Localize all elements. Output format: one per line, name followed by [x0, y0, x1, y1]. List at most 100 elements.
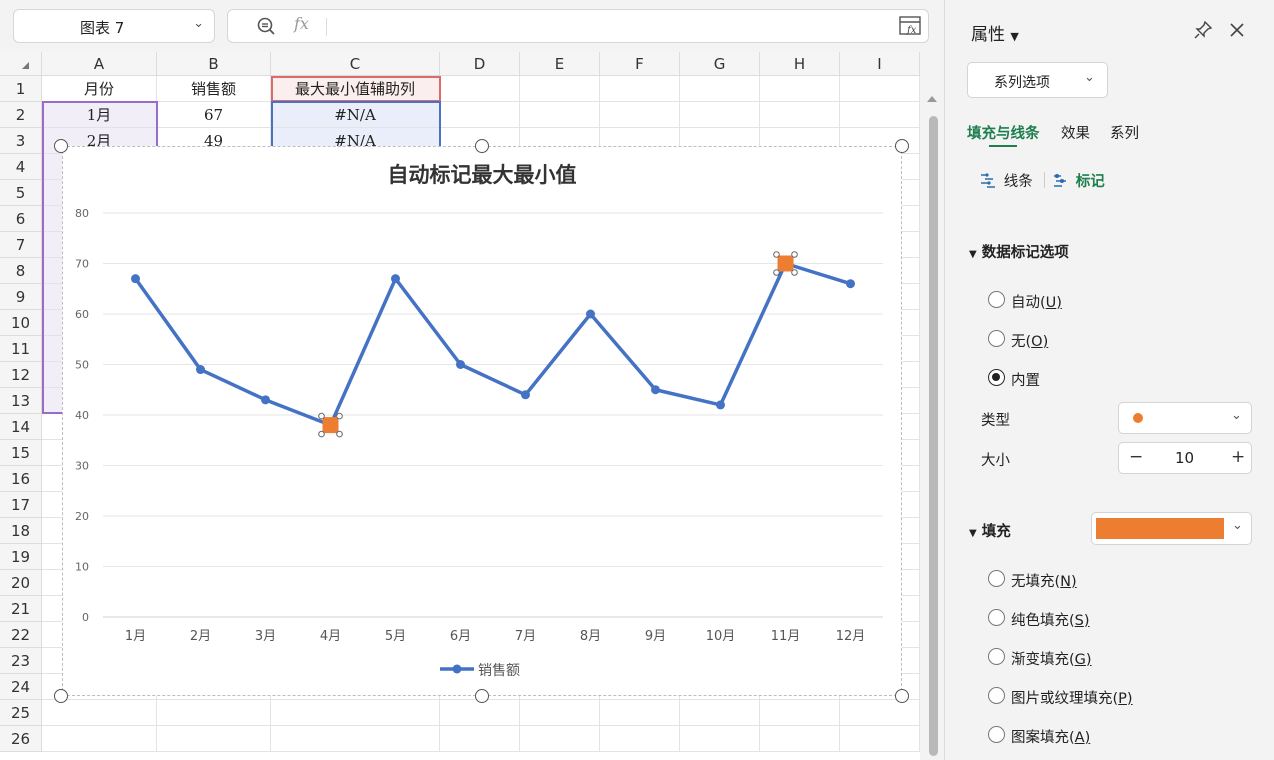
cell-b26[interactable]	[157, 726, 271, 752]
subtab-marker[interactable]: 标记	[1051, 170, 1105, 191]
plus-icon[interactable]: +	[1231, 447, 1245, 467]
cell-i2[interactable]	[840, 102, 920, 128]
max-value-marker[interactable]	[777, 255, 794, 272]
data-point[interactable]	[521, 390, 530, 400]
legend[interactable]: 销售额	[440, 663, 520, 679]
fill-color-picker[interactable]: ⌄	[1091, 512, 1252, 545]
radio-marker-none[interactable]	[988, 330, 1005, 347]
data-point[interactable]	[846, 279, 855, 289]
formula-input[interactable]: fx fx	[227, 9, 929, 43]
cell-a26[interactable]	[42, 726, 157, 752]
cell-i25[interactable]	[840, 700, 920, 726]
cell-h1[interactable]	[760, 76, 840, 102]
row-header[interactable]: 17	[0, 492, 42, 518]
fx-icon[interactable]: fx	[294, 14, 309, 33]
subtab-line[interactable]: 线条	[979, 170, 1033, 191]
cell-d26[interactable]	[440, 726, 520, 752]
row-header[interactable]: 24	[0, 674, 42, 700]
column-header[interactable]: H	[760, 52, 840, 76]
row-header[interactable]: 16	[0, 466, 42, 492]
cell-e25[interactable]	[520, 700, 600, 726]
row-header[interactable]: 20	[0, 570, 42, 596]
row-header[interactable]: 10	[0, 310, 42, 336]
cell-f1[interactable]	[600, 76, 680, 102]
cell-d2[interactable]	[440, 102, 520, 128]
cell-i26[interactable]	[840, 726, 920, 752]
data-point[interactable]	[456, 360, 465, 369]
row-header[interactable]: 21	[0, 596, 42, 622]
resize-handle-bottom-right[interactable]	[895, 689, 909, 703]
marker-selection-handle[interactable]	[773, 269, 780, 276]
cell-h26[interactable]	[760, 726, 840, 752]
cell-a25[interactable]	[42, 700, 157, 726]
row-header[interactable]: 23	[0, 648, 42, 674]
series-line[interactable]	[134, 261, 852, 427]
row-header[interactable]: 5	[0, 180, 42, 206]
cell-a2[interactable]: 1月	[42, 102, 157, 128]
row-header[interactable]: 13	[0, 388, 42, 414]
row-header[interactable]: 2	[0, 102, 42, 128]
cell-f2[interactable]	[600, 102, 680, 128]
name-box[interactable]: 图表 7 ⌄	[13, 9, 215, 43]
cell-b25[interactable]	[157, 700, 271, 726]
resize-handle-bottom[interactable]	[475, 689, 489, 703]
marker-selection-handle[interactable]	[791, 269, 798, 276]
resize-handle-top-left[interactable]	[54, 139, 68, 153]
cell-b1[interactable]: 销售额	[157, 76, 271, 102]
marker-selection-handle[interactable]	[773, 251, 780, 258]
series-options-dropdown[interactable]: 系列选项 ⌄	[967, 62, 1108, 98]
marker-selection-handle[interactable]	[336, 412, 343, 420]
cell-c26[interactable]	[271, 726, 440, 752]
data-point[interactable]	[586, 309, 595, 319]
cell-g25[interactable]	[680, 700, 760, 726]
marker-selection-handle[interactable]	[336, 430, 343, 438]
data-point[interactable]	[716, 400, 725, 410]
tab-fill-and-line[interactable]: 填充与线条	[967, 122, 1040, 143]
vertical-scrollbar[interactable]	[920, 52, 944, 760]
radio-fill-pattern[interactable]	[988, 726, 1005, 743]
marker-size-value[interactable]: 10	[1175, 449, 1194, 467]
resize-handle-top-right[interactable]	[895, 139, 909, 153]
marker-selection-handle[interactable]	[791, 251, 798, 258]
radio-marker-auto[interactable]	[988, 291, 1005, 308]
row-header[interactable]: 7	[0, 232, 42, 258]
marker-selection-handle[interactable]	[318, 430, 325, 438]
cell-f26[interactable]	[600, 726, 680, 752]
data-point[interactable]	[196, 365, 205, 375]
cell-a1[interactable]: 月份	[42, 76, 157, 102]
row-header[interactable]: 14	[0, 414, 42, 440]
cell-g2[interactable]	[680, 102, 760, 128]
resize-handle-top[interactable]	[475, 139, 489, 153]
scrollbar-thumb[interactable]	[929, 116, 938, 756]
fill-section[interactable]: ▼ 填充	[969, 520, 1011, 541]
marker-options-section[interactable]: ▼ 数据标记选项	[969, 241, 1069, 262]
row-header[interactable]: 8	[0, 258, 42, 284]
data-point[interactable]	[131, 274, 140, 284]
row-header[interactable]: 15	[0, 440, 42, 466]
cell-f25[interactable]	[600, 700, 680, 726]
panel-title[interactable]: 属性 ▼	[971, 20, 1019, 45]
data-point[interactable]	[261, 395, 270, 405]
resize-handle-bottom-left[interactable]	[54, 689, 68, 703]
row-header[interactable]: 4	[0, 154, 42, 180]
marker-type-select[interactable]: ⌄	[1118, 402, 1252, 434]
cell-g1[interactable]	[680, 76, 760, 102]
cell-i1[interactable]	[840, 76, 920, 102]
column-header[interactable]: C	[271, 52, 440, 76]
scroll-up-arrow-icon[interactable]	[927, 96, 937, 102]
column-header[interactable]: G	[680, 52, 760, 76]
row-header[interactable]: 11	[0, 336, 42, 362]
cell-h2[interactable]	[760, 102, 840, 128]
pin-icon[interactable]	[1193, 20, 1213, 44]
tab-series[interactable]: 系列	[1110, 122, 1139, 143]
cell-c25[interactable]	[271, 700, 440, 726]
column-header[interactable]: D	[440, 52, 520, 76]
cell-d1[interactable]	[440, 76, 520, 102]
radio-fill-gradient[interactable]	[988, 648, 1005, 665]
column-header[interactable]: I	[840, 52, 920, 76]
row-header[interactable]: 1	[0, 76, 42, 102]
row-header[interactable]: 19	[0, 544, 42, 570]
chart-object[interactable]: 自动标记最大最小值 0 10 20 30 40 50 60 70 80 1月 2月 3月 4月 5月 6月…	[62, 146, 902, 696]
cell-b2[interactable]: 67	[157, 102, 271, 128]
row-header[interactable]: 18	[0, 518, 42, 544]
